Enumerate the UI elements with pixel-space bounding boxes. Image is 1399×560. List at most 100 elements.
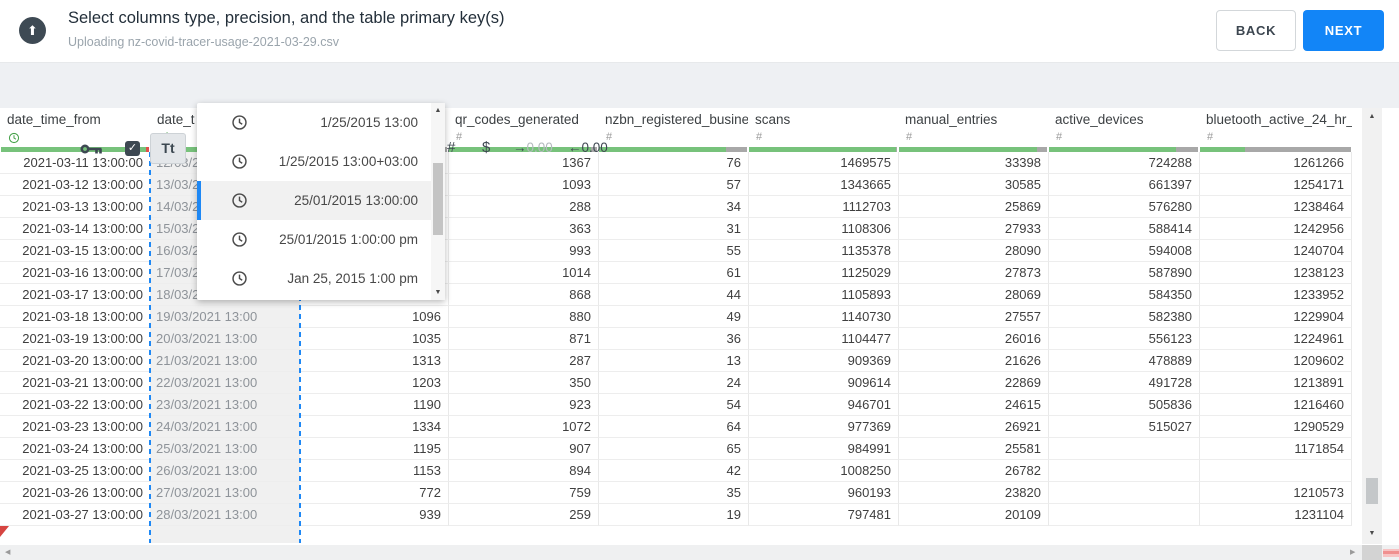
table-cell[interactable]: 2021-03-22 13:00:00 — [0, 394, 150, 416]
table-cell[interactable]: 49 — [598, 306, 748, 328]
table-cell[interactable]: 27557 — [898, 306, 1048, 328]
vertical-scrollbar[interactable]: ▲ ▼ — [1362, 108, 1382, 544]
table-cell[interactable]: 54 — [598, 394, 748, 416]
table-cell[interactable]: 25/03/2021 13:00 — [150, 438, 300, 460]
column-header-nzbn_registered_busine[interactable]: nzbn_registered_busine # — [598, 108, 748, 147]
table-cell[interactable]: 1216460 — [1199, 394, 1352, 416]
table-cell[interactable]: 61 — [598, 262, 748, 284]
table-cell[interactable]: 27933 — [898, 218, 1048, 240]
table-cell[interactable]: 27873 — [898, 262, 1048, 284]
column-header-active_devices[interactable]: active_devices # — [1048, 108, 1199, 147]
table-cell[interactable] — [1048, 460, 1199, 482]
table-cell[interactable]: 759 — [448, 482, 598, 504]
table-cell[interactable]: 22/03/2021 13:00 — [150, 372, 300, 394]
table-cell[interactable]: 1112703 — [748, 196, 898, 218]
not-null-checkbox[interactable]: ✓ — [125, 141, 140, 156]
decrease-decimal-button[interactable]: →0.00 — [513, 140, 553, 155]
table-cell[interactable]: 584350 — [1048, 284, 1199, 306]
table-cell[interactable]: 1135378 — [748, 240, 898, 262]
table-cell[interactable]: 894 — [448, 460, 598, 482]
table-cell[interactable]: 36 — [598, 328, 748, 350]
table-cell[interactable]: 2021-03-26 13:00:00 — [0, 482, 150, 504]
table-cell[interactable]: 1224961 — [1199, 328, 1352, 350]
table-cell[interactable] — [1048, 438, 1199, 460]
table-cell[interactable]: 35 — [598, 482, 748, 504]
table-cell[interactable]: 33398 — [898, 152, 1048, 174]
table-cell[interactable]: 977369 — [748, 416, 898, 438]
table-cell[interactable]: 2021-03-21 13:00:00 — [0, 372, 150, 394]
table-cell[interactable]: 587890 — [1048, 262, 1199, 284]
table-cell[interactable]: 478889 — [1048, 350, 1199, 372]
table-cell[interactable]: 1229904 — [1199, 306, 1352, 328]
scroll-left-icon[interactable]: ◀ — [5, 548, 10, 556]
table-cell[interactable]: 588414 — [1048, 218, 1199, 240]
table-cell[interactable] — [1048, 482, 1199, 504]
table-cell[interactable]: 909614 — [748, 372, 898, 394]
vertical-scroll-thumb[interactable] — [1366, 478, 1378, 504]
table-cell[interactable]: 26/03/2021 13:00 — [150, 460, 300, 482]
table-cell[interactable]: 2021-03-18 13:00:00 — [0, 306, 150, 328]
table-cell[interactable]: 76 — [598, 152, 748, 174]
table-cell[interactable]: 28/03/2021 13:00 — [150, 504, 300, 526]
dropdown-item[interactable]: 25/01/2015 1:00:00 pm — [197, 220, 445, 259]
table-cell[interactable]: 13 — [598, 350, 748, 372]
table-cell[interactable]: 1195 — [300, 438, 448, 460]
table-cell[interactable]: 1254171 — [1199, 174, 1352, 196]
table-cell[interactable]: 993 — [448, 240, 598, 262]
table-cell[interactable]: 19 — [598, 504, 748, 526]
table-cell[interactable]: 28069 — [898, 284, 1048, 306]
table-cell[interactable]: 24/03/2021 13:00 — [150, 416, 300, 438]
table-cell[interactable]: 64 — [598, 416, 748, 438]
table-cell[interactable]: 661397 — [1048, 174, 1199, 196]
table-cell[interactable]: 1290529 — [1199, 416, 1352, 438]
table-cell[interactable]: 1096 — [300, 306, 448, 328]
table-cell[interactable]: 1104477 — [748, 328, 898, 350]
currency-type-icon[interactable]: $ — [482, 139, 490, 156]
table-cell[interactable]: 1213891 — [1199, 372, 1352, 394]
table-cell[interactable]: 1108306 — [748, 218, 898, 240]
table-cell[interactable]: 1469575 — [748, 152, 898, 174]
integer-type-icon[interactable]: # — [447, 139, 455, 156]
table-cell[interactable]: 2021-03-17 13:00:00 — [0, 284, 150, 306]
table-cell[interactable]: 1072 — [448, 416, 598, 438]
table-cell[interactable]: 1231104 — [1199, 504, 1352, 526]
table-cell[interactable]: 960193 — [748, 482, 898, 504]
table-cell[interactable]: 1125029 — [748, 262, 898, 284]
scroll-up-icon[interactable]: ▲ — [1362, 113, 1382, 120]
dropdown-scroll-thumb[interactable] — [433, 163, 443, 235]
table-cell[interactable]: 594008 — [1048, 240, 1199, 262]
next-button[interactable]: NEXT — [1303, 10, 1384, 51]
table-cell[interactable]: 363 — [448, 218, 598, 240]
table-cell[interactable]: 31 — [598, 218, 748, 240]
table-cell[interactable]: 923 — [448, 394, 598, 416]
dropdown-item[interactable]: 1/25/2015 13:00+03:00 — [197, 142, 445, 181]
table-cell[interactable]: 42 — [598, 460, 748, 482]
table-cell[interactable]: 23/03/2021 13:00 — [150, 394, 300, 416]
back-button[interactable]: BACK — [1216, 10, 1296, 51]
table-cell[interactable]: 1190 — [300, 394, 448, 416]
table-cell[interactable]: 26921 — [898, 416, 1048, 438]
table-cell[interactable]: 259 — [448, 504, 598, 526]
column-header-manual_entries[interactable]: manual_entries # — [898, 108, 1048, 147]
table-cell[interactable]: 907 — [448, 438, 598, 460]
table-cell[interactable]: 1261266 — [1199, 152, 1352, 174]
scroll-down-icon[interactable]: ▼ — [1362, 530, 1382, 537]
table-cell[interactable]: 57 — [598, 174, 748, 196]
table-cell[interactable]: 19/03/2021 13:00 — [150, 306, 300, 328]
table-cell[interactable]: 984991 — [748, 438, 898, 460]
table-cell[interactable]: 1209602 — [1199, 350, 1352, 372]
table-cell[interactable]: 350 — [448, 372, 598, 394]
increase-decimal-button[interactable]: ←0.00 — [568, 140, 608, 155]
scroll-up-icon[interactable]: ▲ — [431, 107, 445, 114]
table-cell[interactable]: 24 — [598, 372, 748, 394]
table-cell[interactable]: 909369 — [748, 350, 898, 372]
table-cell[interactable]: 26016 — [898, 328, 1048, 350]
table-cell[interactable]: 44 — [598, 284, 748, 306]
table-cell[interactable]: 2021-03-12 13:00:00 — [0, 174, 150, 196]
table-cell[interactable] — [1199, 460, 1352, 482]
table-cell[interactable]: 2021-03-27 13:00:00 — [0, 504, 150, 526]
table-cell[interactable]: 34 — [598, 196, 748, 218]
table-cell[interactable]: 21626 — [898, 350, 1048, 372]
scroll-right-icon[interactable]: ▶ — [1350, 548, 1355, 556]
column-header-scans[interactable]: scans # — [748, 108, 898, 147]
